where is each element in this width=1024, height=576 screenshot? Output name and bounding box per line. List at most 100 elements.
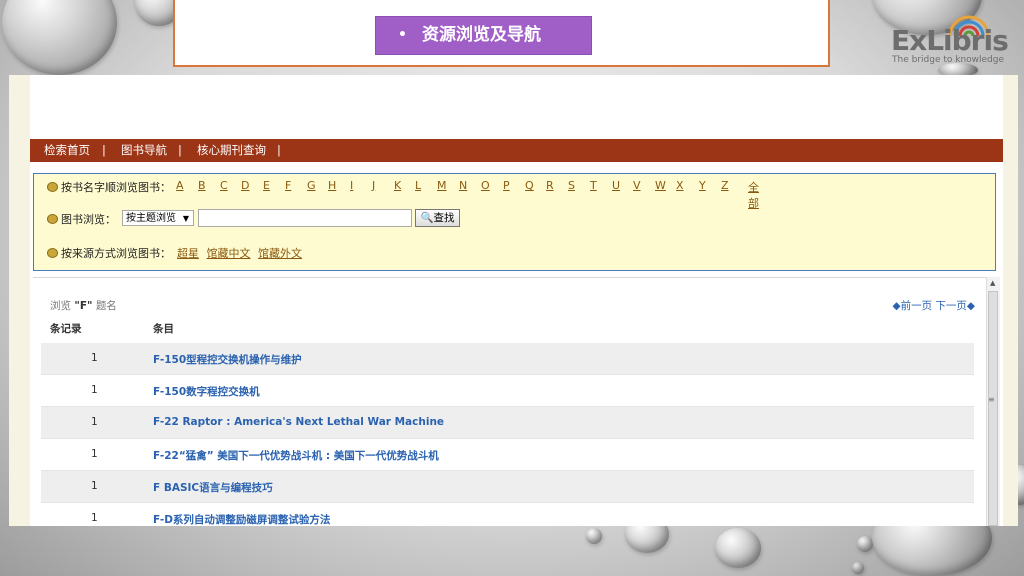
letter-link-q[interactable]: Q: [525, 179, 534, 192]
browse-by-title-row: 按书名字顺浏览图书：: [47, 179, 171, 195]
prev-page-link[interactable]: 前一页: [901, 300, 933, 312]
letter-link-y[interactable]: Y: [699, 179, 706, 192]
results-table: 1 F-150型程控交换机操作与维护 1 F-150数字程控交换机 1 F-22…: [41, 343, 974, 526]
arrow-right-icon: ◆: [966, 300, 975, 312]
letter-link-z[interactable]: Z: [721, 179, 729, 192]
source-link-foreign-holdings[interactable]: 馆藏外文: [258, 247, 302, 260]
letter-link-u[interactable]: U: [612, 179, 620, 192]
decorative-bubble: [2, 0, 117, 75]
table-row: 1 F-150数字程控交换机: [41, 375, 974, 407]
browse-heading-term: "F": [74, 300, 93, 312]
row-count: 1: [91, 416, 98, 428]
letter-link-m[interactable]: M: [437, 179, 447, 192]
scrollbar-grip-icon: ≡: [988, 395, 995, 404]
library-screenshot: 检索首页 | 图书导航 | 核心期刊查询 | 按书名字顺浏览图书： A B CD E F…: [9, 75, 1018, 526]
decorative-bubble: [586, 528, 602, 544]
coin-icon: [47, 214, 58, 224]
letter-link-all[interactable]: 全部: [748, 179, 759, 211]
row-title-link[interactable]: F-D系列自动调整励磁屏调整试验方法: [153, 512, 330, 526]
page-side-margin: [9, 75, 30, 526]
row-title-link[interactable]: F-22 Raptor : America's Next Lethal War …: [153, 416, 444, 428]
nav-core-journals[interactable]: 核心期刊查询: [197, 139, 266, 162]
browse-panel: 按书名字顺浏览图书： A B C D E F G H I J K L M N O P Q R S T U V W X Y Z 全部 …: [33, 173, 996, 271]
row-title-link[interactable]: F BASIC语言与编程技巧: [153, 480, 273, 495]
browse-by-title-label: 按书名字顺浏览图书：: [61, 181, 171, 194]
letter-link-f[interactable]: F: [285, 179, 291, 192]
row-count: 1: [91, 448, 98, 460]
letter-link-b[interactable]: B: [198, 179, 206, 192]
browse-type-select[interactable]: 按主题浏览 ▼: [122, 210, 194, 226]
letter-link-c[interactable]: C: [220, 179, 228, 192]
table-row: 1 F-150型程控交换机操作与维护: [41, 343, 974, 375]
row-title-link[interactable]: F-150数字程控交换机: [153, 384, 260, 399]
row-count: 1: [91, 512, 98, 524]
letter-link-w[interactable]: W: [655, 179, 666, 192]
find-button-label: 查找: [433, 212, 455, 224]
letter-link-v[interactable]: V: [633, 179, 641, 192]
letter-link-r[interactable]: R: [546, 179, 554, 192]
col-header-entry: 条目: [153, 323, 174, 335]
letter-link-k[interactable]: K: [394, 179, 401, 192]
scrollbar-thumb[interactable]: [988, 291, 998, 526]
letter-link-j[interactable]: J: [372, 179, 375, 192]
results-scrollbar[interactable]: ▲ ≡: [986, 277, 1000, 526]
top-navbar: 检索首页 | 图书导航 | 核心期刊查询 |: [30, 139, 1003, 162]
letter-link-s[interactable]: S: [568, 179, 575, 192]
coin-icon: [47, 182, 58, 192]
nav-separator: |: [277, 143, 281, 157]
chevron-down-icon: ▼: [182, 214, 189, 223]
slide-title-text: 资源浏览及导航: [422, 25, 541, 45]
book-browse-label: 图书浏览：: [61, 213, 116, 226]
scroll-up-icon[interactable]: ▲: [990, 279, 995, 287]
browse-heading: 浏览 "F" 题名: [50, 298, 117, 313]
source-link-chaoxing[interactable]: 超星: [177, 247, 199, 260]
arrow-left-icon: ◆: [892, 300, 901, 312]
table-row: 1 F-22 Raptor : America's Next Lethal Wa…: [41, 407, 974, 439]
exlibris-logo: ExLibris The bridge to knowledge: [888, 12, 1009, 72]
decorative-bubble: [857, 536, 873, 552]
row-title-link[interactable]: F-150型程控交换机操作与维护: [153, 352, 302, 367]
letter-link-l[interactable]: L: [415, 179, 421, 192]
letter-link-n[interactable]: N: [459, 179, 467, 192]
browse-heading-prefix: 浏览: [50, 300, 71, 312]
table-row: 1 F-22“猛禽” 美国下一代优势战斗机 : 美国下一代优势战斗机: [41, 439, 974, 471]
nav-separator: |: [178, 143, 182, 157]
results-panel: 浏览 "F" 题名 ◆前一页 下一页◆ 条记录 条目 1 F-150型程控交换机…: [33, 277, 989, 526]
letter-link-g[interactable]: G: [307, 179, 316, 192]
find-button[interactable]: 🔍查找: [415, 209, 460, 227]
row-title-link[interactable]: F-22“猛禽” 美国下一代优势战斗机 : 美国下一代优势战斗机: [153, 448, 439, 463]
letter-link-t[interactable]: T: [590, 179, 597, 192]
row-count: 1: [91, 352, 98, 364]
browse-by-source-row: 按来源方式浏览图书：: [47, 245, 171, 261]
next-page-link[interactable]: 下一页: [935, 300, 967, 312]
title-bullet: •: [398, 27, 407, 43]
letter-link-x[interactable]: X: [676, 179, 684, 192]
pager: ◆前一页 下一页◆: [893, 298, 976, 313]
page-side-margin: [1003, 75, 1018, 526]
browse-search-input[interactable]: [198, 209, 412, 227]
letter-link-h[interactable]: H: [328, 179, 336, 192]
decorative-bubble: [715, 528, 761, 568]
logo-wordmark: ExLibris: [891, 24, 1009, 57]
logo-tagline: The bridge to knowledge: [892, 55, 1005, 65]
letter-link-o[interactable]: O: [481, 179, 490, 192]
decorative-bubble: [852, 562, 864, 574]
letter-link-e[interactable]: E: [263, 179, 270, 192]
row-count: 1: [91, 480, 98, 492]
browse-heading-suffix: 题名: [95, 300, 117, 312]
table-row: 1 F BASIC语言与编程技巧: [41, 471, 974, 503]
letter-link-a[interactable]: A: [176, 179, 184, 192]
magnifier-icon: 🔍: [420, 212, 434, 224]
browse-by-source-label: 按来源方式浏览图书：: [61, 247, 171, 260]
nav-search-home[interactable]: 检索首页: [44, 139, 90, 162]
source-link-chinese-holdings[interactable]: 馆藏中文: [207, 247, 251, 260]
nav-book-navigation[interactable]: 图书导航: [121, 139, 167, 162]
letter-link-d[interactable]: D: [241, 179, 249, 192]
table-row: 1 F-D系列自动调整励磁屏调整试验方法: [41, 503, 974, 526]
row-count: 1: [91, 384, 98, 396]
book-browse-row: 图书浏览：: [47, 211, 116, 227]
col-header-count: 条记录: [50, 323, 82, 335]
letter-link-p[interactable]: P: [503, 179, 510, 192]
letter-link-i[interactable]: I: [350, 179, 353, 192]
nav-separator: |: [102, 143, 106, 157]
